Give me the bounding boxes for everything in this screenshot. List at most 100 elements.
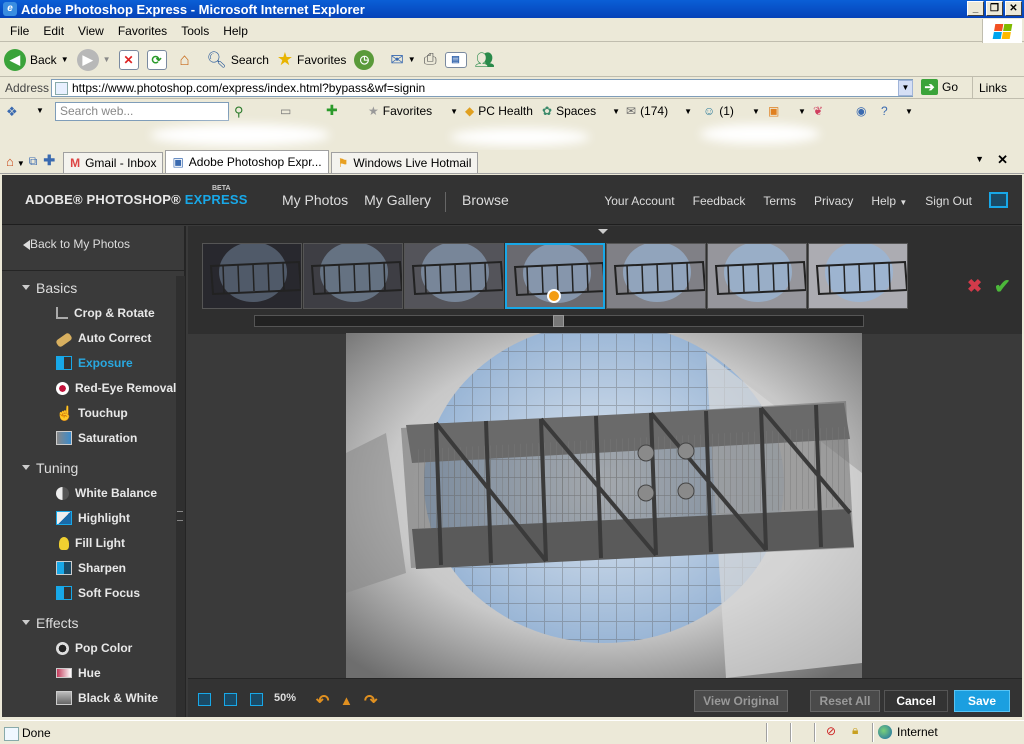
restore-button[interactable]: ❐ <box>986 1 1003 16</box>
nav-terms[interactable]: Terms <box>763 194 796 208</box>
collapse-caret-icon[interactable] <box>598 229 608 239</box>
slider-handle[interactable] <box>553 315 564 327</box>
nav-help[interactable]: Help ▼ <box>871 194 907 208</box>
view-original-button[interactable]: View Original <box>694 690 788 712</box>
home-icon[interactable]: ⌂ <box>175 50 195 70</box>
mail-icon[interactable]: ✉ <box>390 50 403 70</box>
chevron-down-icon[interactable]: ▼ <box>103 55 111 64</box>
tool-auto-correct[interactable]: Auto Correct <box>55 330 151 348</box>
tool-saturation[interactable]: Saturation <box>56 430 137 446</box>
scroll-grip-icon[interactable] <box>177 511 183 521</box>
new-tab-icon[interactable]: ✚ <box>43 152 55 169</box>
close-tab-icon[interactable]: ✕ <box>997 152 1008 168</box>
apply-changes-icon[interactable]: ✔ <box>994 274 1011 299</box>
tool-highlight[interactable]: Highlight <box>56 510 130 526</box>
tab-photoshop[interactable]: ▣ Adobe Photoshop Expr... <box>165 150 329 173</box>
history-icon[interactable]: ◷ <box>354 49 375 70</box>
chevron-down-icon[interactable]: ▼ <box>36 106 44 115</box>
fit-to-screen-icon[interactable] <box>224 693 237 706</box>
tool-fill-light[interactable]: Fill Light <box>56 535 125 551</box>
sidebar-scrollbar[interactable] <box>176 276 185 717</box>
history-up-icon[interactable]: ▲ <box>340 693 353 708</box>
live-messenger[interactable]: ☺ (1) ▼ <box>703 104 760 118</box>
address-input[interactable]: https://www.photoshop.com/express/index.… <box>51 79 913 97</box>
stop-icon[interactable]: ✕ <box>118 49 139 70</box>
variation-thumbnail[interactable] <box>808 243 908 309</box>
chevron-down-icon[interactable]: ▼ <box>905 107 913 116</box>
exposure-slider[interactable] <box>254 315 864 327</box>
zoom-out-icon[interactable] <box>198 693 211 706</box>
search-button[interactable]: 🔍︎ Search <box>207 50 269 70</box>
tool-hue[interactable]: Hue <box>56 665 101 681</box>
spaces[interactable]: ✿ Spaces ▼ <box>542 104 620 118</box>
window-icon[interactable]: ▭ <box>280 104 291 118</box>
variation-thumbnail[interactable] <box>303 243 403 309</box>
tool-black-white[interactable]: Black & White <box>56 690 158 706</box>
live-search-icon[interactable]: ⚲ <box>234 104 244 120</box>
reset-all-button[interactable]: Reset All <box>810 690 880 712</box>
back-to-my-photos-link[interactable]: Back to My Photos <box>30 237 130 251</box>
cancel-button[interactable]: Cancel <box>884 690 948 712</box>
nav-feedback[interactable]: Feedback <box>693 194 746 208</box>
go-button[interactable]: ➔ Go <box>921 79 958 95</box>
edit-icon[interactable]: ▤ <box>444 51 467 68</box>
chevron-down-icon[interactable]: ▼ <box>798 107 806 116</box>
nav-my-photos[interactable]: My Photos <box>282 192 348 212</box>
menu-help[interactable]: Help <box>216 24 255 38</box>
popup-blocker-icon[interactable]: ⊘ <box>826 724 836 738</box>
live-favorites[interactable]: ★ Favorites ▼ <box>368 104 458 118</box>
chevron-down-icon[interactable]: ▼ <box>61 55 69 64</box>
nav-privacy[interactable]: Privacy <box>814 194 853 208</box>
save-button[interactable]: Save <box>954 690 1010 712</box>
rss-icon[interactable]: ▣ <box>768 104 779 118</box>
brand-logo[interactable]: ADOBE® PHOTOSHOP® EXPRESS <box>25 192 248 207</box>
tool-touchup[interactable]: ☝ Touchup <box>56 405 128 421</box>
tool-sharpen[interactable]: Sharpen <box>56 560 126 576</box>
variation-thumbnail[interactable] <box>606 243 706 309</box>
butterfly-icon[interactable]: ❦ <box>813 104 823 118</box>
cancel-changes-icon[interactable]: ✖ <box>967 276 982 297</box>
menu-favorites[interactable]: Favorites <box>111 24 174 38</box>
windows-live-icon[interactable]: ❖ <box>6 104 18 120</box>
translate-icon[interactable]: ◉ <box>856 104 866 118</box>
nav-my-gallery[interactable]: My Gallery <box>364 192 431 212</box>
menu-edit[interactable]: Edit <box>36 24 71 38</box>
menu-file[interactable]: File <box>3 24 36 38</box>
minimize-button[interactable]: _ <box>967 1 984 16</box>
fullscreen-icon[interactable] <box>989 192 1008 208</box>
undo-icon[interactable]: ↶ <box>316 691 329 711</box>
home-icon[interactable]: ⌂ <box>6 154 14 169</box>
live-mail[interactable]: ✉ (174) ▼ <box>626 104 692 118</box>
variation-thumbnail[interactable] <box>202 243 302 309</box>
variation-thumbnail[interactable] <box>707 243 807 309</box>
nav-your-account[interactable]: Your Account <box>604 194 674 208</box>
chevron-down-icon[interactable]: ▼ <box>684 107 692 116</box>
nav-browse[interactable]: Browse <box>462 192 509 212</box>
tab-hotmail[interactable]: ⚑ Windows Live Hotmail <box>330 152 479 173</box>
nav-sign-out[interactable]: Sign Out <box>925 194 972 208</box>
tab-gmail[interactable]: M Gmail - Inbox <box>63 152 164 173</box>
chevron-down-icon[interactable]: ▼ <box>408 55 416 64</box>
add-icon[interactable]: ✚ <box>326 102 338 119</box>
tool-crop-rotate[interactable]: Crop & Rotate <box>56 305 155 321</box>
chevron-down-icon[interactable]: ▼ <box>612 107 620 116</box>
variation-thumbnail[interactable] <box>404 243 504 309</box>
tool-soft-focus[interactable]: Soft Focus <box>56 585 140 601</box>
tool-pop-color[interactable]: Pop Color <box>56 640 132 656</box>
chevron-down-icon[interactable]: ▼ <box>450 107 458 116</box>
chevron-down-icon[interactable]: ▼ <box>975 154 984 164</box>
variation-thumbnail[interactable] <box>505 243 605 309</box>
lock-icon[interactable]: 🔒︎ <box>852 723 858 738</box>
print-icon[interactable]: ⎙ <box>424 51 437 69</box>
tab-list-icon[interactable]: ⧉ <box>29 154 38 169</box>
section-basics[interactable]: Basics <box>22 280 77 296</box>
section-effects[interactable]: Effects <box>22 615 79 631</box>
refresh-icon[interactable]: ⟳ <box>146 49 167 70</box>
photo-canvas[interactable] <box>346 333 862 678</box>
chevron-down-icon[interactable]: ▼ <box>17 159 25 168</box>
favorites-button[interactable]: ★ Favorites <box>277 49 347 70</box>
address-dropdown-icon[interactable]: ▼ <box>898 80 913 96</box>
links-button[interactable]: Links <box>972 77 1007 99</box>
section-tuning[interactable]: Tuning <box>22 460 78 476</box>
tool-red-eye-removal[interactable]: Red-Eye Removal <box>56 380 176 396</box>
